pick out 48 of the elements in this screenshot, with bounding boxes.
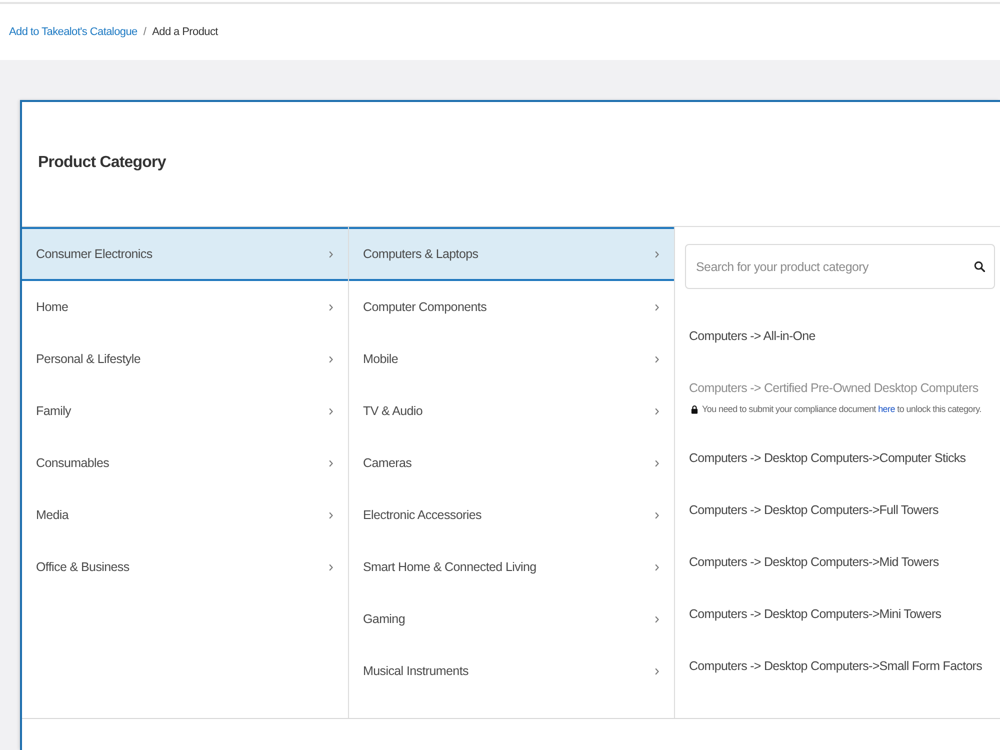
chevron-right-icon [329,250,333,258]
category-result[interactable]: Computers -> Desktop Computers->Computer Sticks [689,449,966,467]
chevron-right-icon [329,304,333,310]
chevron-right-icon [655,356,659,362]
chevron-right-icon [655,460,659,466]
chevron-right-icon [655,250,659,258]
category-item[interactable]: TV & Audio [349,385,674,437]
lock-icon [691,404,698,414]
category-item[interactable]: Consumables [22,437,348,489]
chevron-right-icon [655,408,659,414]
category-result: Computers -> Certified Pre-Owned Desktop Computers [689,380,978,397]
chevron-right-icon [329,408,333,414]
category-item[interactable]: Personal & Lifestyle [22,333,348,385]
category-item[interactable]: Family [22,385,348,437]
category-result[interactable]: Computers -> Desktop Computers->Mini Towers [689,605,942,623]
category-result[interactable]: Computers -> Desktop Computers->Mid Towers [689,553,939,571]
category-result[interactable]: Computers -> Desktop Computers->Full Towers [689,501,938,519]
panel-title: Product Category [38,154,166,172]
category-item[interactable]: Smart Home & Connected Living [349,541,674,593]
category-item[interactable]: Office & Business [22,541,348,593]
compliance-note: You need to submit your compliance document here to unlock this category. [702,403,982,415]
search-field[interactable]: Search for your product category [685,244,995,289]
category-item[interactable]: Musical Instruments [349,645,674,697]
search-icon[interactable] [974,261,985,272]
chevron-right-icon [655,564,659,570]
chevron-right-icon [655,304,659,310]
breadcrumb-current: Add a Product [152,26,218,38]
chevron-right-icon [655,668,659,674]
category-item[interactable]: Computers & Laptops [349,227,674,281]
category-result[interactable]: Computers -> Desktop Computers->Small Form Factors [689,657,982,675]
chevron-right-icon [655,512,659,518]
category-item[interactable]: Computer Components [349,281,674,333]
category-item[interactable]: Consumer Electronics [22,227,348,281]
chevron-right-icon [329,564,333,570]
chevron-right-icon [655,616,659,622]
category-result[interactable]: Computers -> All-in-One [689,327,816,345]
category-item[interactable]: Mobile [349,333,674,385]
chevron-right-icon [329,460,333,466]
category-item[interactable]: Home [22,281,348,333]
breadcrumb-separator: / [143,26,146,38]
breadcrumb-link[interactable]: Add to Takealot's Catalogue [9,26,138,38]
category-item[interactable]: Electronic Accessories [349,489,674,541]
chevron-right-icon [329,356,333,362]
chevron-right-icon [329,512,333,518]
category-item[interactable]: Media [22,489,348,541]
category-item[interactable]: Gaming [349,593,674,645]
category-item[interactable]: Cameras [349,437,674,489]
compliance-link[interactable]: here [878,404,895,414]
